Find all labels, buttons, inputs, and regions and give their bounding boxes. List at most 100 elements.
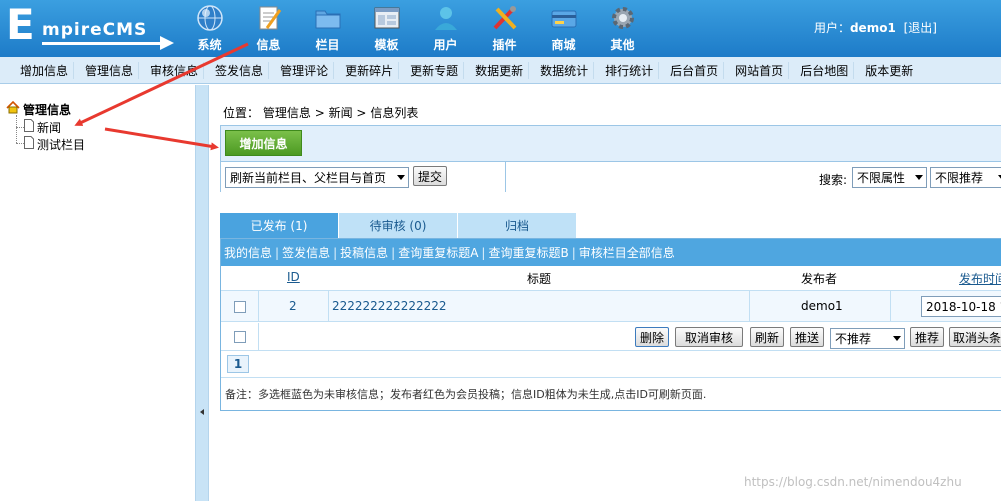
subnav-rank-stats[interactable]: 排行统计	[593, 61, 658, 79]
attribute-select[interactable]: 不限属性	[852, 167, 927, 188]
link-submitted-info[interactable]: 投稿信息	[340, 244, 388, 261]
nav-user[interactable]: 用户	[416, 0, 475, 57]
nav-shop[interactable]: 商城	[534, 0, 593, 57]
subnav-admin-home[interactable]: 后台首页	[658, 61, 723, 79]
tab-pending[interactable]: 待审核 (0)	[339, 213, 457, 238]
chevron-down-icon	[893, 336, 901, 341]
tree-item-test[interactable]: 测试栏目	[24, 136, 85, 152]
toolbox-row: 刷新当前栏目、父栏目与首页 提交 搜索: 不限属性 不限推荐	[221, 161, 1001, 192]
page-number-current[interactable]: 1	[227, 355, 249, 373]
nav-other[interactable]: 其他	[593, 0, 652, 57]
user-label: 用户：	[813, 21, 850, 35]
recommend-filter-select[interactable]: 不限推荐	[930, 167, 1001, 188]
refresh-button[interactable]: 刷新	[750, 327, 784, 347]
nav-template[interactable]: 模板	[357, 0, 416, 57]
row-time-field[interactable]: 2018-10-18 14	[921, 296, 1001, 317]
nav-label: 模板	[374, 38, 399, 52]
nav-column[interactable]: 栏目	[298, 0, 357, 57]
empirecms-logo[interactable]: E mpireCMS	[6, 3, 176, 51]
nav-plugin[interactable]: 插件	[475, 0, 534, 57]
row-publisher: demo1	[801, 299, 843, 313]
gear-icon	[608, 3, 638, 33]
link-separator: |	[481, 245, 486, 260]
globe-icon	[195, 3, 225, 33]
delete-button[interactable]: 删除	[635, 327, 669, 347]
link-duplicate-a[interactable]: 查询重复标题A	[398, 244, 478, 261]
home-icon	[6, 100, 20, 117]
link-duplicate-b[interactable]: 查询重复标题B	[488, 244, 568, 261]
link-sign-info[interactable]: 签发信息	[282, 244, 330, 261]
cell-divider	[258, 323, 259, 351]
breadcrumb-sep: >	[314, 106, 325, 120]
header-title: 标题	[527, 272, 552, 286]
subnav-update-fragments[interactable]: 更新碎片	[333, 61, 398, 79]
subnav-update-topics[interactable]: 更新专题	[398, 61, 463, 79]
breadcrumb-prefix: 位置：	[223, 106, 260, 120]
subnav-sign-info[interactable]: 签发信息	[203, 61, 268, 79]
legend-note: 备注：多选框蓝色为未审核信息；发布者红色为会员投稿；信息ID粗体为未生成,点击I…	[225, 388, 707, 401]
subnav-site-home[interactable]: 网站首页	[723, 61, 788, 79]
row-checkbox[interactable]	[234, 301, 246, 313]
nav-label: 商城	[551, 38, 576, 52]
quick-links: 我的信息 | 签发信息 | 投稿信息 | 查询重复标题A | 查询重复标题B | 审核栏目…	[221, 239, 1001, 266]
logo-underline	[42, 42, 164, 45]
attribute-select-value: 不限属性	[857, 171, 906, 185]
collapse-arrow-icon[interactable]	[200, 409, 204, 415]
cancel-review-button[interactable]: 取消审核	[675, 327, 743, 347]
cell-divider	[749, 291, 750, 322]
link-separator: |	[571, 245, 576, 260]
row-id[interactable]: 2	[289, 299, 297, 313]
subnav-data-stats[interactable]: 数据统计	[528, 61, 593, 79]
subnav-manage-comments[interactable]: 管理评论	[268, 61, 333, 79]
tree-item-news[interactable]: 新闻	[24, 119, 61, 135]
row-title[interactable]: 222222222222222	[332, 299, 447, 313]
header-time[interactable]: 发布时间	[959, 270, 1001, 287]
subnav-version-update[interactable]: 版本更新	[853, 61, 918, 79]
subnav-admin-map[interactable]: 后台地图	[788, 61, 853, 79]
subnav-manage-info[interactable]: 管理信息	[73, 61, 138, 79]
main-content: 位置： 管理信息 > 新闻 > 信息列表 增加信息 刷新当前栏目、父栏目与首页 …	[210, 85, 1001, 501]
table-row: 2 222222222222222 demo1 2018-10-18 14	[221, 291, 1001, 322]
cancel-headline-button[interactable]: 取消头条	[949, 327, 1001, 347]
nav-info[interactable]: 信息	[239, 0, 298, 57]
tree-branch	[16, 143, 24, 144]
toolbox: 增加信息 刷新当前栏目、父栏目与首页 提交 搜索: 不限属性 不限推荐	[220, 125, 1001, 192]
submit-button[interactable]: 提交	[413, 166, 447, 186]
tree-item-label: 新闻	[37, 120, 62, 135]
nav-system[interactable]: 系统	[180, 0, 239, 57]
recommend-filter-value: 不限推荐	[935, 171, 984, 185]
tree-branch	[16, 127, 24, 128]
select-all-checkbox[interactable]	[234, 331, 246, 343]
header-publisher: 发布者	[801, 272, 838, 286]
tab-archive[interactable]: 归档	[458, 213, 576, 238]
recommend-select[interactable]: 不推荐	[830, 328, 905, 349]
breadcrumb-manage-info[interactable]: 管理信息	[263, 106, 311, 120]
nav-label: 插件	[492, 38, 517, 52]
link-review-all[interactable]: 审核栏目全部信息	[579, 244, 675, 261]
chevron-down-icon	[915, 175, 923, 180]
tab-published[interactable]: 已发布 (1)	[220, 213, 338, 238]
status-tabs: 已发布 (1) 待审核 (0) 归档	[220, 213, 577, 238]
subnav-review-info[interactable]: 审核信息	[138, 61, 203, 79]
subnav-data-update[interactable]: 数据更新	[463, 61, 528, 79]
credit-card-icon	[549, 3, 579, 33]
window-template-icon	[372, 3, 402, 33]
recommend-button[interactable]: 推荐	[910, 327, 944, 347]
push-button[interactable]: 推送	[790, 327, 824, 347]
tools-icon	[490, 3, 520, 33]
logout-link[interactable]: [退出]	[904, 21, 937, 35]
sidebar-splitter[interactable]	[195, 85, 209, 501]
sidebar: 管理信息 新闻 测试栏目	[0, 85, 195, 501]
page-icon	[24, 136, 34, 152]
add-info-button[interactable]: 增加信息	[225, 130, 302, 156]
cell-divider	[890, 291, 891, 322]
logo-text: mpireCMS	[42, 20, 148, 40]
breadcrumb-news[interactable]: 新闻	[329, 106, 353, 120]
link-my-info[interactable]: 我的信息	[224, 244, 272, 261]
link-separator: |	[391, 245, 396, 260]
subnav-add-info[interactable]: 增加信息	[10, 62, 73, 79]
pagination: 1	[221, 351, 1001, 378]
refresh-select[interactable]: 刷新当前栏目、父栏目与首页	[225, 167, 409, 188]
link-separator: |	[275, 245, 280, 260]
header-id[interactable]: ID	[287, 270, 300, 284]
